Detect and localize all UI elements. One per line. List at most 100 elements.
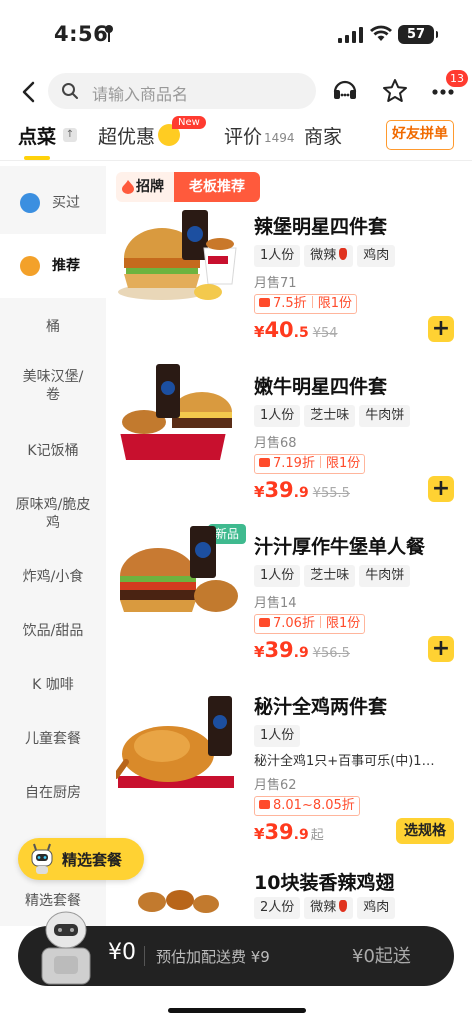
sidebar-item-kids-meal[interactable]: 儿童套餐 — [0, 712, 106, 766]
product-tag-spicy: 微辣 — [304, 245, 354, 267]
product-tag: 鸡肉 — [357, 897, 396, 919]
customer-service-icon[interactable] — [330, 76, 360, 106]
sidebar-item-burgers[interactable]: 美味汉堡/卷 — [0, 362, 106, 416]
group-order-button[interactable]: 好友拼单 — [386, 120, 454, 150]
product-tags: 1人份 芝士味 牛肉饼 — [254, 564, 414, 587]
product-tags: 1人份 微辣 鸡肉 — [254, 244, 399, 267]
product-card[interactable]: 秘汁全鸡两件套 1人份 秘汁全鸡1只+百事可乐(中)1… 月售62 8.01~8… — [106, 656, 472, 844]
sidebar-item-recommended[interactable]: 推荐 — [0, 234, 106, 298]
floating-category-pill[interactable]: 精选套餐 — [18, 838, 144, 880]
tab-order[interactable]: 点菜 — [18, 122, 56, 149]
product-tag: 1人份 — [254, 405, 301, 427]
product-tag: 鸡肉 — [357, 245, 396, 267]
sidebar-item-rice-bucket[interactable]: K记饭桶 — [0, 424, 106, 478]
sidebar-item-fried-chicken[interactable]: 炸鸡/小食 — [0, 550, 106, 604]
cart-robot-mascot-icon[interactable] — [34, 908, 98, 988]
discount-tag-icon — [259, 800, 270, 809]
discount-tag-icon — [259, 298, 270, 307]
category-sidebar: 买过 推荐 桶 美味汉堡/卷 K记饭桶 原味鸡/脆皮鸡 炸鸡/小食 饮品/甜品 … — [0, 166, 106, 926]
product-card[interactable]: 嫩牛明星四件套 1人份 芝士味 牛肉饼 月售68 7.19折 限1份 ¥39.9 ¥55… — [106, 336, 472, 502]
floating-category-label: 精选套餐 — [62, 851, 123, 869]
recommend-icon — [20, 256, 40, 276]
search-row: 请输入商品名 13 — [0, 66, 472, 116]
sidebar-item-original-chicken[interactable]: 原味鸡/脆皮鸡 — [0, 486, 106, 540]
discount-tag-icon — [259, 458, 270, 467]
search-input[interactable]: 请输入商品名 — [48, 73, 316, 109]
product-tag: 1人份 — [254, 245, 301, 267]
tab-merchant[interactable]: 商家 — [304, 122, 342, 149]
promo-tag: 7.06折 限1份 — [254, 614, 366, 634]
product-tag: 芝士味 — [304, 405, 356, 427]
product-description: 秘汁全鸡1只+百事可乐(中)1… — [254, 754, 435, 769]
divider — [0, 160, 472, 161]
monthly-sales: 月售62 — [254, 778, 297, 793]
product-name: 辣堡明星四件套 — [254, 216, 388, 238]
sidebar-item-bucket[interactable]: 桶 — [0, 300, 106, 354]
sidebar-item-label: 自在厨房 — [25, 785, 81, 801]
product-name: 嫩牛明星四件套 — [254, 376, 388, 398]
product-tag: 1人份 — [254, 565, 301, 587]
promo-divider — [319, 456, 321, 468]
sidebar-item-label: 美味汉堡/卷 — [22, 369, 84, 403]
promo-tag: 7.5折 限1份 — [254, 294, 357, 314]
search-icon — [62, 83, 78, 99]
status-bar: 4:56 57 — [0, 0, 472, 66]
cart-divider — [144, 946, 145, 966]
search-placeholder: 请输入商品名 — [92, 85, 189, 104]
product-card[interactable]: 辣堡明星四件套 1人份 微辣 鸡肉 月售71 7.5折 限1份 ¥40.5 ¥54 + — [106, 176, 472, 342]
chili-icon — [339, 900, 348, 912]
sidebar-item-drinks[interactable]: 饮品/甜品 — [0, 604, 106, 658]
purchase-limit: 限1份 — [317, 296, 352, 311]
back-arrow-icon[interactable] — [18, 80, 40, 104]
product-name: 秘汁全鸡两件套 — [254, 696, 388, 718]
product-tag-label: 微辣 — [310, 248, 337, 263]
monthly-sales: 月售68 — [254, 436, 297, 451]
sidebar-item-label: 饮品/甜品 — [22, 623, 84, 639]
sidebar-item-label: 桶 — [46, 319, 60, 335]
basket-icon — [20, 193, 40, 213]
sidebar-item-label: K 咖啡 — [32, 677, 74, 693]
sidebar-item-bought[interactable]: 买过 — [0, 174, 106, 232]
scroll-top-icon[interactable]: ↑ — [63, 128, 77, 142]
purchase-limit: 限1份 — [325, 456, 361, 471]
product-card[interactable]: 10块装香辣鸡翅 2人份 微辣 鸡肉 — [106, 838, 472, 926]
star-favorite-icon[interactable] — [380, 76, 410, 106]
minimum-order: ¥0起送 — [352, 946, 411, 967]
product-tag: 2人份 — [254, 897, 301, 919]
product-tag: 1人份 — [254, 725, 301, 747]
product-tag-label: 微辣 — [310, 900, 337, 915]
purchase-limit: 限1份 — [325, 616, 361, 631]
monthly-sales: 月售71 — [254, 276, 297, 291]
product-card[interactable]: 新品 汁汁厚作牛堡单人餐 1人份 芝士味 牛肉饼 月售14 7.06折 限1份 ¥39… — [106, 496, 472, 662]
status-time: 4:56 — [54, 22, 109, 46]
sidebar-item-coffee[interactable]: K 咖啡 — [0, 658, 106, 712]
battery-indicator: 57 — [398, 25, 438, 44]
chili-icon — [339, 248, 348, 260]
tab-deals[interactable]: 超优惠 — [98, 122, 155, 149]
sidebar-item-label: 原味鸡/脆皮鸡 — [15, 497, 91, 531]
discount-rate: 7.5折 — [273, 296, 307, 311]
product-tag: 芝士味 — [304, 565, 356, 587]
location-icon — [105, 25, 113, 42]
sidebar-item-label: K记饭桶 — [27, 443, 79, 459]
home-indicator — [168, 1008, 306, 1013]
product-tag: 牛肉饼 — [359, 405, 411, 427]
sidebar-item-label: 精选套餐 — [25, 893, 81, 909]
discount-tag-icon — [259, 618, 270, 627]
discount-rate: 7.19折 — [273, 456, 315, 471]
promo-tag: 8.01~8.05折 — [254, 796, 360, 816]
tab-bar: 点菜 ↑ 超优惠 New 评价 1494 商家 好友拼单 — [0, 116, 472, 162]
monthly-sales: 月售14 — [254, 596, 297, 611]
robot-mascot-icon — [31, 843, 53, 874]
promo-divider — [311, 296, 313, 308]
sidebar-item-label: 炸鸡/小食 — [22, 569, 84, 585]
discount-rate: 8.01~8.05折 — [273, 798, 355, 813]
sidebar-item-label: 推荐 — [52, 258, 80, 274]
product-image — [118, 210, 237, 300]
product-tag-spicy: 微辣 — [304, 897, 354, 919]
discount-rate: 7.06折 — [273, 616, 315, 631]
sidebar-item-kitchen[interactable]: 自在厨房 — [0, 766, 106, 820]
review-count: 1494 — [264, 131, 295, 145]
product-tags: 2人份 微辣 鸡肉 — [254, 896, 399, 919]
tab-reviews[interactable]: 评价 — [224, 122, 262, 149]
